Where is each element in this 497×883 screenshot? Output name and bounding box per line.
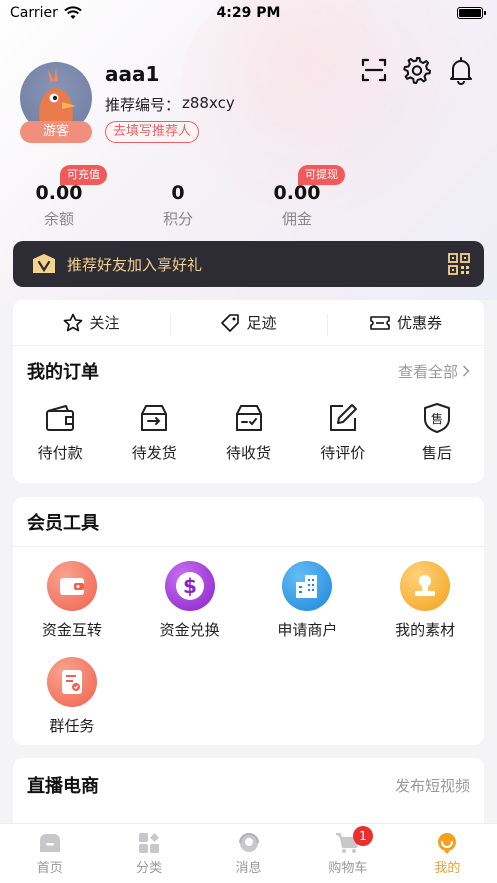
order-after-sale-label: 售后 [421, 444, 452, 462]
view-all-orders-link[interactable]: 查看全部 [398, 361, 470, 382]
balance-label: 余额 [43, 210, 74, 228]
svg-text:$: $ [183, 574, 197, 598]
tab-cart[interactable]: 购物车 1 [298, 824, 397, 883]
order-pending-review-label: 待评价 [320, 444, 366, 462]
orders-header: 我的订单 查看全部 [13, 346, 484, 396]
cart-count-badge: 1 [352, 826, 373, 846]
order-pending-review[interactable]: 待评价 [296, 402, 390, 463]
svg-text:售: 售 [431, 411, 443, 426]
tab-messages-label: 消息 [235, 861, 262, 876]
follow-link[interactable]: 关注 [13, 312, 170, 333]
coupon-link[interactable]: 优惠券 [327, 312, 484, 336]
footprint-label: 足迹 [246, 314, 277, 332]
member-tools-card: 会员工具 资金互转 $ 资金兑换 申请商户 我的素材 群任务 [13, 497, 484, 745]
order-pending-shipment-label: 待发货 [131, 444, 177, 462]
home-icon [39, 834, 60, 852]
commission-label: 佣金 [281, 210, 312, 228]
battery-icon [457, 7, 486, 19]
edit-icon [329, 404, 357, 431]
tool-fund-exchange-label: 资金兑换 [159, 621, 220, 639]
tool-my-materials[interactable]: 我的素材 [366, 561, 484, 657]
status-bar: Carrier 4:29 PM [0, 0, 497, 26]
points-label: 积分 [162, 210, 193, 228]
tool-group-tasks[interactable]: 群任务 [13, 657, 131, 753]
tools-header: 会员工具 [13, 497, 484, 547]
scan-icon[interactable] [359, 55, 389, 85]
tool-fund-transfer[interactable]: 资金互转 [13, 561, 131, 657]
follow-label: 关注 [89, 314, 120, 332]
tool-group-tasks-label: 群任务 [49, 717, 95, 735]
order-status-row: 待付款 待发货 待收货 待评价 售 售后 [13, 396, 484, 463]
qr-code-icon[interactable] [448, 253, 470, 275]
tab-messages[interactable]: 消息 [199, 824, 298, 883]
quick-links: 关注 足迹 优惠券 [13, 300, 484, 346]
after-sale-icon: 售 [423, 403, 450, 433]
tab-bar: 首页 分类 消息 购物车 1 我的 [0, 823, 497, 883]
tools-title: 会员工具 [27, 512, 99, 534]
coupon-icon [370, 315, 390, 330]
order-pending-receipt[interactable]: 待收货 [201, 402, 295, 463]
category-icon [139, 833, 160, 853]
referral-code: 推荐编号： z88xcy [105, 94, 235, 115]
points-stat[interactable]: 0 积分 [133, 182, 223, 229]
live-title: 直播电商 [27, 776, 99, 797]
wallet-icon [46, 405, 75, 431]
footprint-link[interactable]: 足迹 [170, 312, 327, 336]
profile-icon [438, 833, 457, 854]
tool-my-materials-label: 我的素材 [395, 621, 456, 639]
stamp-icon [400, 561, 451, 611]
status-time: 4:29 PM [216, 5, 281, 21]
guest-badge: 游客 [20, 121, 92, 143]
tab-profile[interactable]: 我的 [398, 824, 497, 883]
orders-title: 我的订单 [27, 362, 99, 383]
points-value: 0 [171, 182, 185, 204]
order-pending-receipt-label: 待收货 [226, 444, 272, 462]
commission-stat[interactable]: 0.00 佣金 [252, 182, 342, 229]
tab-home-label: 首页 [36, 861, 63, 876]
tool-apply-merchant-label: 申请商户 [277, 621, 338, 639]
gear-icon[interactable] [402, 55, 432, 85]
tab-cart-label: 购物车 [328, 861, 368, 876]
tag-icon [221, 313, 240, 332]
live-header: 直播电商 发布短视频 [13, 758, 484, 812]
invite-banner[interactable]: 推荐好友加入享好礼 [13, 241, 484, 287]
invite-text: 推荐好友加入享好礼 [67, 255, 203, 274]
task-icon [46, 657, 97, 707]
publish-video-link[interactable]: 发布短视频 [395, 775, 470, 796]
coupon-label: 优惠券 [396, 314, 442, 332]
username: aaa1 [105, 62, 160, 86]
chevron-right-icon [462, 365, 470, 377]
tool-fund-transfer-label: 资金互转 [41, 621, 102, 639]
wallet-transfer-icon [46, 561, 97, 611]
referral-value: z88xcy [182, 94, 235, 112]
box-out-icon [141, 405, 168, 431]
fill-referrer-button[interactable]: 去填写推荐人 [105, 121, 200, 143]
view-all-label: 查看全部 [397, 362, 458, 381]
crown-wallet-icon [33, 254, 55, 273]
tool-fund-exchange[interactable]: $ 资金兑换 [131, 561, 249, 657]
tab-home[interactable]: 首页 [0, 824, 99, 883]
tab-category[interactable]: 分类 [99, 824, 198, 883]
commission-value: 0.00 [273, 182, 321, 204]
balance-stat[interactable]: 0.00 余额 [14, 182, 104, 229]
dollar-icon: $ [164, 561, 215, 611]
tab-profile-label: 我的 [434, 861, 461, 876]
balance-value: 0.00 [35, 182, 83, 204]
orders-card: 关注 足迹 优惠券 我的订单 查看全部 待付款 待发货 待收货 待评价 售 售后 [13, 300, 484, 483]
building-icon [282, 561, 333, 611]
message-icon [238, 833, 259, 852]
order-after-sale[interactable]: 售 售后 [390, 402, 484, 463]
bell-icon[interactable] [446, 55, 476, 85]
referral-label: 推荐编号： [105, 96, 181, 114]
star-icon [64, 313, 83, 331]
order-pending-payment[interactable]: 待付款 [13, 402, 107, 463]
tools-grid: 资金互转 $ 资金兑换 申请商户 我的素材 群任务 [13, 547, 484, 753]
tool-apply-merchant[interactable]: 申请商户 [249, 561, 367, 657]
tab-category-label: 分类 [136, 861, 163, 876]
order-pending-shipment[interactable]: 待发货 [107, 402, 201, 463]
order-pending-payment-label: 待付款 [37, 444, 83, 462]
box-check-icon [235, 405, 262, 431]
